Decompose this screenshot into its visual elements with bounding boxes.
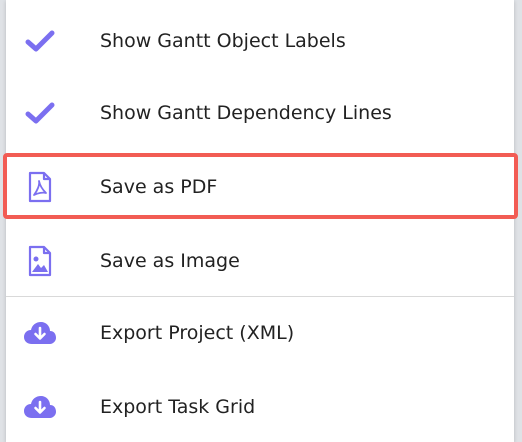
menu-item-label: Save as Image bbox=[100, 250, 240, 272]
menu-item-show-gantt-object-labels[interactable]: Show Gantt Object Labels bbox=[6, 12, 514, 70]
context-menu: Show Gantt Object Labels Show Gantt Depe… bbox=[3, 0, 518, 442]
highlight-box bbox=[3, 153, 518, 219]
menu-item-label: Export Task Grid bbox=[100, 396, 256, 418]
menu-divider bbox=[6, 296, 514, 297]
cloud-download-icon bbox=[22, 315, 58, 351]
menu-item-label: Show Gantt Object Labels bbox=[100, 30, 346, 52]
cloud-download-icon bbox=[22, 389, 58, 425]
menu-item-export-task-grid[interactable]: Export Task Grid bbox=[6, 378, 514, 436]
menu-item-save-as-image[interactable]: Save as Image bbox=[6, 232, 514, 290]
menu-item-show-gantt-dependency-lines[interactable]: Show Gantt Dependency Lines bbox=[6, 84, 514, 142]
menu-item-label: Export Project (XML) bbox=[100, 322, 295, 344]
menu-item-label: Show Gantt Dependency Lines bbox=[100, 102, 392, 124]
menu-item-export-project-xml[interactable]: Export Project (XML) bbox=[6, 304, 514, 362]
image-file-icon bbox=[22, 243, 58, 279]
checkmark-icon bbox=[22, 95, 58, 131]
checkmark-icon bbox=[22, 23, 58, 59]
